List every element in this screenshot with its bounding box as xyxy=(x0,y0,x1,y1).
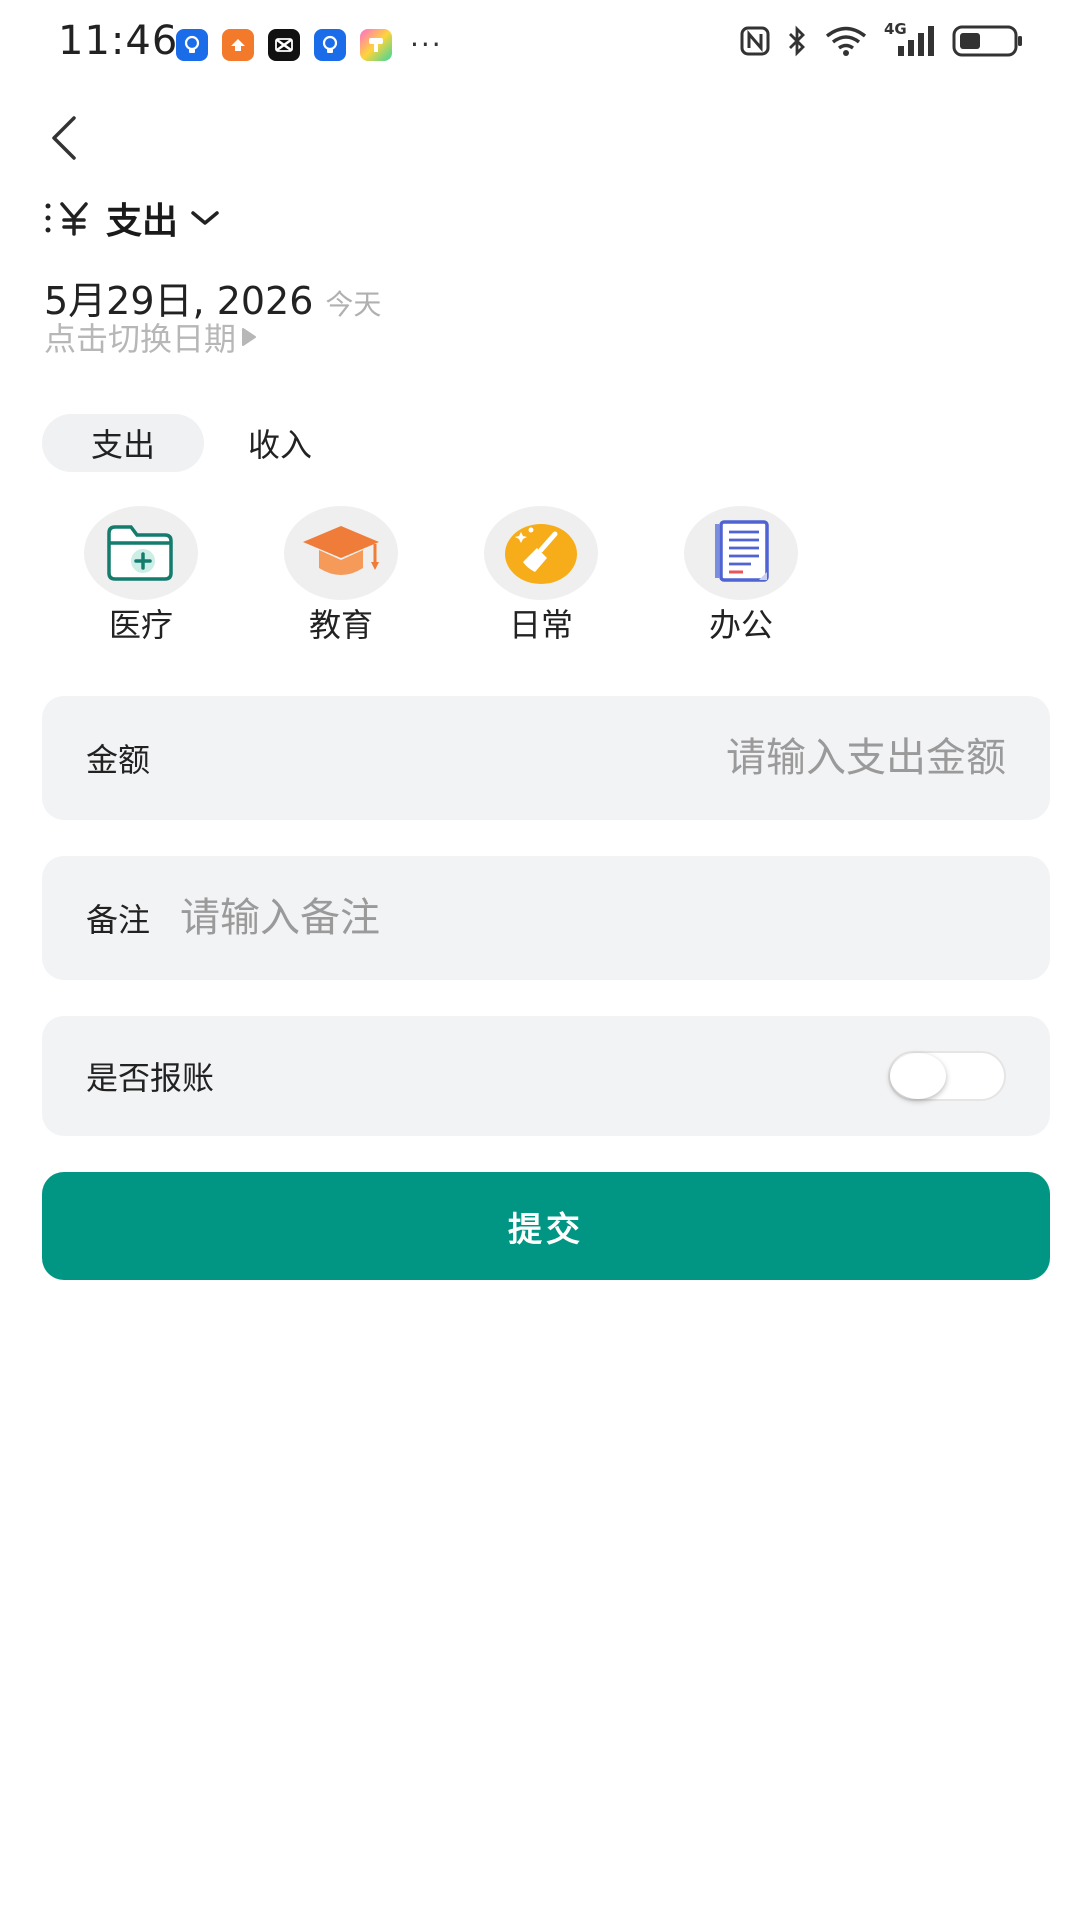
type-dropdown[interactable]: 支出 xyxy=(44,192,222,244)
category-daily[interactable]: 日常 xyxy=(484,506,598,646)
remark-input[interactable] xyxy=(180,895,1006,941)
graduation-cap-icon xyxy=(303,526,379,575)
switch-date-text: 点击切换日期 xyxy=(44,320,237,358)
reimburse-card: 是否报账 xyxy=(42,1016,1050,1136)
medical-folder-icon xyxy=(107,525,173,581)
submit-button[interactable]: 提交 xyxy=(42,1172,1050,1280)
wifi-icon xyxy=(825,26,867,56)
broom-icon xyxy=(505,524,577,584)
toggle-knob xyxy=(890,1053,946,1099)
back-button[interactable] xyxy=(44,112,88,164)
bulb-app-icon xyxy=(176,28,208,61)
today-label: 今天 xyxy=(325,288,382,321)
system-icons: 4G xyxy=(740,20,1024,58)
category-education[interactable]: 教育 xyxy=(284,506,398,646)
yen-list-icon xyxy=(45,202,88,236)
category-label: 医疗 xyxy=(108,606,173,644)
category-label: 办公 xyxy=(708,606,773,644)
category-medical[interactable]: 医疗 xyxy=(84,506,198,646)
type-label: 支出 xyxy=(106,201,179,242)
orange-app-icon xyxy=(222,28,254,61)
bluetooth-icon xyxy=(789,25,805,57)
cellular-signal-icon: 4G xyxy=(884,20,936,58)
category-label: 日常 xyxy=(508,606,573,644)
status-time: 11:46 xyxy=(58,18,179,64)
amount-label: 金额 xyxy=(86,741,151,779)
category-list: 医疗 教育 日常 办公 xyxy=(84,506,798,646)
notification-icons: ··· xyxy=(176,28,443,61)
tab-income[interactable]: 收入 xyxy=(240,414,320,472)
type-tabs: 支出 收入 xyxy=(42,414,320,472)
document-icon xyxy=(715,520,769,582)
switch-date-hint[interactable]: 点击切换日期 xyxy=(44,314,258,360)
tab-expense[interactable]: 支出 xyxy=(42,414,204,472)
reimburse-toggle[interactable] xyxy=(888,1051,1006,1101)
amount-card: 金额 xyxy=(42,696,1050,820)
category-office[interactable]: 办公 xyxy=(684,506,798,646)
remark-label: 备注 xyxy=(86,901,151,939)
play-arrow-icon xyxy=(242,328,257,346)
amount-input[interactable] xyxy=(150,735,1006,781)
category-label: 教育 xyxy=(308,606,373,644)
status-bar: 11:46 ··· 4G xyxy=(0,0,1080,90)
battery-icon xyxy=(952,25,1022,57)
bulb-app-icon-2 xyxy=(314,28,346,61)
back-arrow-icon xyxy=(52,116,76,160)
colorful-app-icon xyxy=(360,28,392,61)
capcut-app-icon xyxy=(268,28,300,61)
reimburse-label: 是否报账 xyxy=(86,1059,215,1097)
remark-card: 备注 xyxy=(42,856,1050,980)
chevron-down-icon xyxy=(191,211,219,225)
nfc-icon xyxy=(740,26,770,56)
more-notifications-icon: ··· xyxy=(410,28,443,61)
